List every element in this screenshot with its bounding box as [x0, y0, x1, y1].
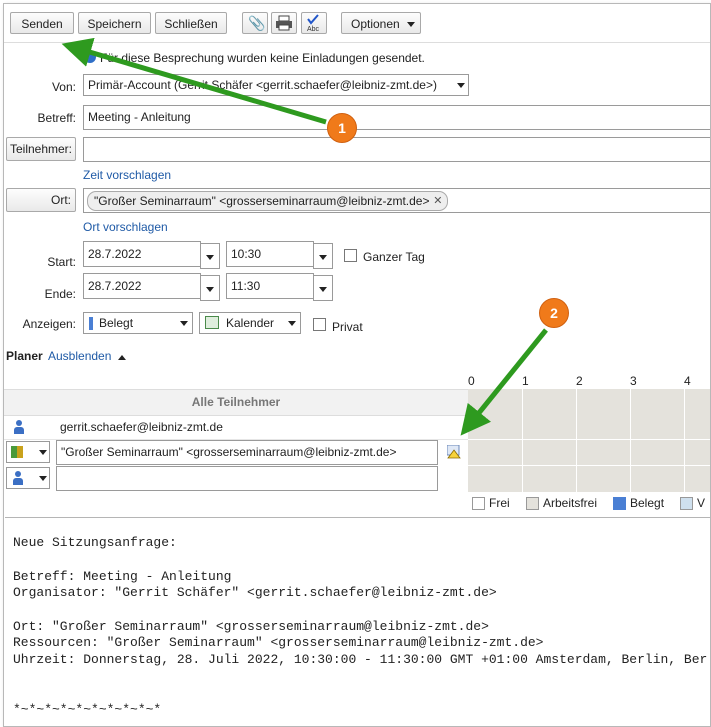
annotation-overlay — [61, 37, 548, 436]
callout-badge: 1 — [327, 113, 357, 143]
arrow-to-resource-warning — [460, 328, 548, 436]
callout-badge: 2 — [539, 298, 569, 328]
arrow-to-send — [61, 37, 327, 125]
